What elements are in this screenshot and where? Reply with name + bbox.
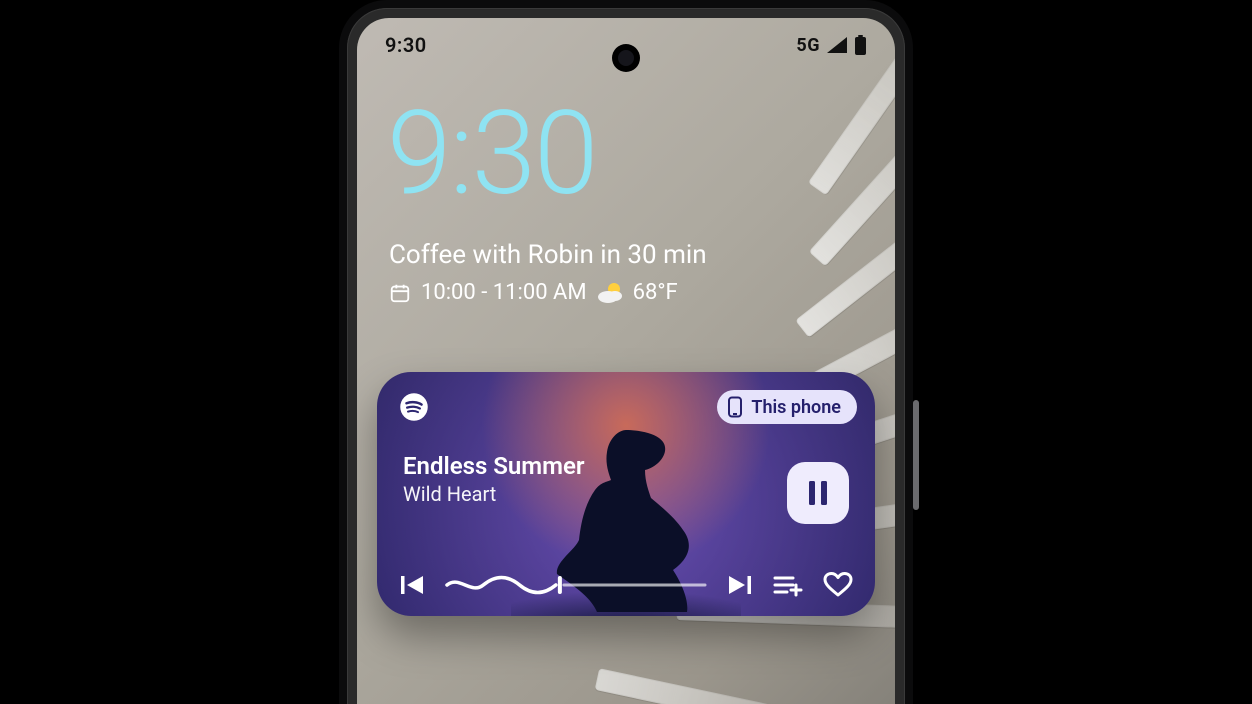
skip-next-icon[interactable] xyxy=(727,573,753,597)
media-artist: Wild Heart xyxy=(403,482,585,506)
phone-outline-icon xyxy=(727,396,743,418)
glance-temperature: 68°F xyxy=(633,280,678,305)
pause-icon xyxy=(806,479,830,507)
glance-time-range: 10:00 - 11:00 AM xyxy=(421,280,587,305)
phone-mockup: 9:30 5G 9:30 Coffee with Robin in 30 min… xyxy=(339,0,913,704)
battery-full-icon xyxy=(854,35,867,55)
status-bar: 9:30 5G xyxy=(357,28,895,62)
skip-previous-icon[interactable] xyxy=(399,573,425,597)
statusbar-network-label: 5G xyxy=(796,35,820,56)
glance-headline: Coffee with Robin in 30 min xyxy=(389,240,707,270)
partly-cloudy-icon xyxy=(597,281,623,305)
media-player-card[interactable]: This phone Endless Summer Wild Heart xyxy=(377,372,875,616)
heart-outline-icon[interactable] xyxy=(823,572,853,598)
media-progress-slider[interactable] xyxy=(445,573,707,597)
at-a-glance[interactable]: Coffee with Robin in 30 min 10:00 - 11:0… xyxy=(389,240,707,305)
output-device-label: This phone xyxy=(751,397,841,418)
playlist-add-icon[interactable] xyxy=(773,573,803,597)
statusbar-time: 9:30 xyxy=(385,33,427,57)
play-pause-button[interactable] xyxy=(787,462,849,524)
volume-button xyxy=(913,400,919,510)
media-track-title: Endless Summer xyxy=(403,452,585,480)
spotify-icon xyxy=(399,392,429,422)
calendar-icon xyxy=(389,282,411,304)
phone-screen[interactable]: 9:30 5G 9:30 Coffee with Robin in 30 min… xyxy=(357,18,895,704)
lockscreen-clock: 9:30 xyxy=(387,96,596,212)
output-device-chip[interactable]: This phone xyxy=(717,390,857,424)
cellular-signal-icon xyxy=(826,36,848,54)
